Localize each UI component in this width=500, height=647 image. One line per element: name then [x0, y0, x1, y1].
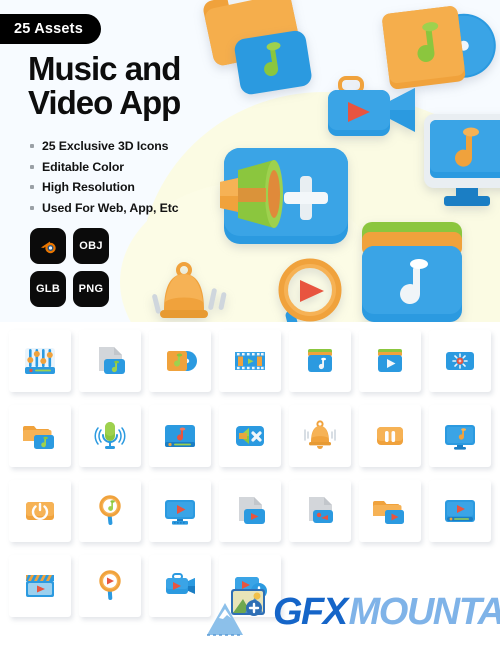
icon-cell-film-strip[interactable] [219, 330, 281, 392]
icon-cell-video-folder[interactable] [359, 480, 421, 542]
assets-count-badge: 25 Assets [0, 14, 101, 44]
pause-icon [377, 427, 403, 445]
icon-cell-music-player[interactable] [149, 405, 211, 467]
feature-label: High Resolution [42, 180, 135, 194]
icon-cell-music-search[interactable] [79, 480, 141, 542]
music-playlist-3d [362, 222, 462, 322]
bullet-icon [30, 185, 34, 189]
list-item: Used For Web, App, Etc [30, 201, 179, 215]
icon-cell-music-album[interactable] [149, 330, 211, 392]
title-line-1: Music and [28, 50, 181, 87]
icon-cell-music-playlist[interactable] [289, 330, 351, 392]
music-file-icon [99, 347, 125, 374]
microphone-icon [94, 422, 126, 449]
music-playlist-icon [308, 349, 332, 372]
icon-cell-music-folder[interactable] [9, 405, 71, 467]
equalizer-icon [25, 348, 55, 374]
video-monitor-icon [165, 500, 195, 525]
blender-icon [41, 241, 56, 254]
hero-section: 25 Assets Music and Video App 25 Exclusi… [0, 0, 500, 322]
video-playlist-icon [378, 349, 402, 372]
icon-grid [0, 330, 500, 617]
bullet-icon [30, 164, 34, 169]
format-label: PNG [78, 283, 104, 295]
music-album-icon [167, 351, 197, 371]
video-search-icon [99, 570, 121, 600]
mute-icon [236, 426, 264, 446]
icon-cell-video-search[interactable] [79, 555, 141, 617]
feature-list: 25 Exclusive 3D Icons Editable Color Hig… [30, 139, 179, 221]
format-badge-glb: GLB [30, 271, 66, 307]
icon-cell-music-file[interactable] [79, 330, 141, 392]
icon-cell-video-monitor[interactable] [149, 480, 211, 542]
icon-cell-microphone[interactable] [79, 405, 141, 467]
format-badge-blender [30, 228, 66, 264]
icon-cell-music-loading[interactable] [429, 330, 491, 392]
format-badge-group: OBJ GLB PNG [30, 228, 109, 307]
add-video-icon [235, 577, 267, 599]
page-title: Music and Video App [28, 50, 181, 121]
video-file-icon [239, 497, 265, 524]
icon-cell-pause[interactable] [359, 405, 421, 467]
megaphone-add-3d [220, 148, 348, 244]
title-line-2: Video App [28, 84, 181, 121]
bullet-icon [30, 205, 34, 210]
power-icon [26, 502, 54, 521]
bell-icon [304, 420, 336, 449]
format-label: OBJ [79, 240, 103, 252]
format-badge-obj: OBJ [73, 228, 109, 264]
music-loading-icon [446, 352, 474, 370]
video-player-icon [445, 500, 475, 522]
icon-cell-video-playlist[interactable] [359, 330, 421, 392]
icon-cell-mute[interactable] [219, 405, 281, 467]
music-monitor-icon [445, 425, 475, 450]
icon-cell-add-video[interactable] [219, 555, 281, 617]
film-strip-icon [235, 352, 265, 370]
icon-cell-video-file[interactable] [219, 480, 281, 542]
music-search-icon [99, 495, 121, 525]
feature-label: Editable Color [42, 159, 124, 174]
icon-cell-video-player[interactable] [429, 480, 491, 542]
icon-cell-clapperboard[interactable] [9, 555, 71, 617]
video-document-icon [309, 497, 333, 523]
notification-bell-3d [152, 262, 227, 318]
list-item: 25 Exclusive 3D Icons [30, 139, 179, 153]
music-card-3d [234, 30, 312, 95]
feature-label: Used For Web, App, Etc [42, 200, 179, 215]
product-preview-page: 25 Assets Music and Video App 25 Exclusi… [0, 0, 500, 647]
clapperboard-icon [26, 575, 54, 597]
icon-cell-video-camera[interactable] [149, 555, 211, 617]
video-search-3d [278, 258, 342, 322]
icon-cell-power[interactable] [9, 480, 71, 542]
assets-count-label: 25 Assets [14, 21, 83, 37]
list-item: Editable Color [30, 160, 179, 174]
music-player-icon [165, 425, 195, 447]
video-camera-icon [166, 573, 195, 594]
bullet-icon [30, 144, 34, 148]
icon-cell-video-document[interactable] [289, 480, 351, 542]
icon-cell-bell[interactable] [289, 405, 351, 467]
list-item: High Resolution [30, 180, 179, 194]
icon-cell-music-monitor[interactable] [429, 405, 491, 467]
music-folder-icon [23, 426, 54, 449]
icon-cell-equalizer[interactable] [9, 330, 71, 392]
format-label: GLB [35, 283, 61, 295]
format-badge-png: PNG [73, 271, 109, 307]
feature-label: 25 Exclusive 3D Icons [42, 139, 169, 153]
music-monitor-3d [424, 114, 500, 206]
video-folder-icon [373, 501, 404, 524]
